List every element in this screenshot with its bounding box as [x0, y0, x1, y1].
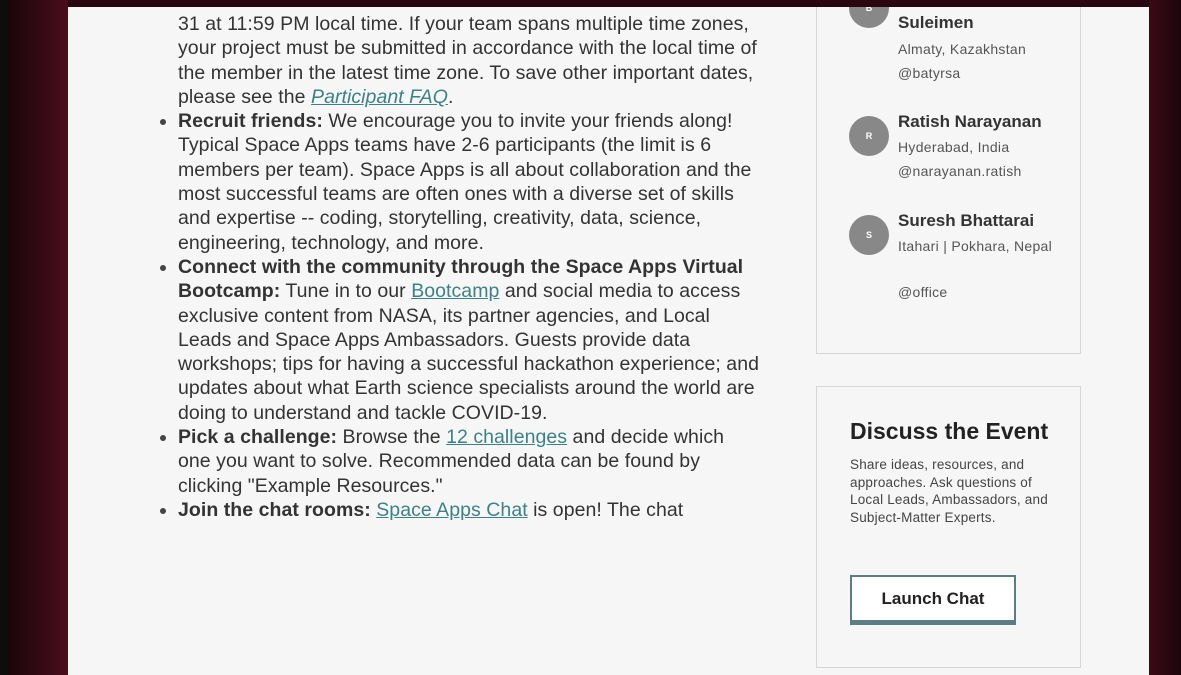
- item-text: Tune in to our: [280, 280, 412, 303]
- member-location: Hyderabad, India: [898, 139, 1010, 155]
- list-item: Connect with the community through the S…: [178, 255, 760, 425]
- deadline-text: 31 at 11:59 PM local time. If your team …: [178, 13, 757, 108]
- participant-faq-link[interactable]: Participant FAQ: [311, 86, 448, 108]
- bootcamp-link[interactable]: Bootcamp: [411, 280, 499, 302]
- member-name[interactable]: Suresh Bhattarai: [898, 211, 1034, 231]
- challenges-link[interactable]: 12 challenges: [446, 426, 567, 448]
- member-handle: @narayanan.ratish: [898, 163, 1022, 179]
- discuss-title: Discuss the Event: [850, 418, 1049, 444]
- main-article: 31 at 11:59 PM local time. If your team …: [160, 10, 760, 522]
- item-text: is open! The chat: [527, 498, 684, 521]
- list-item: Join the chat rooms: Space Apps Chat is …: [178, 498, 760, 522]
- deadline-end: .: [447, 85, 454, 108]
- space-apps-chat-link[interactable]: Space Apps Chat: [376, 499, 527, 521]
- steps-list: Recruit friends: We encourage you to inv…: [160, 109, 760, 522]
- avatar: B: [849, 7, 889, 28]
- list-item: Pick a challenge: Browse the 12 challeng…: [178, 425, 760, 498]
- member-name[interactable]: Suleimen: [898, 13, 974, 33]
- background-right: [1149, 0, 1181, 675]
- member-handle: @batyrsa: [898, 65, 961, 81]
- item-text: Browse the: [337, 426, 447, 449]
- member-name[interactable]: Ratish Narayanan: [898, 112, 1042, 132]
- launch-chat-button[interactable]: Launch Chat: [850, 575, 1016, 625]
- avatar: S: [849, 215, 889, 255]
- local-leads-card: B Suleimen Almaty, Kazakhstan @batyrsa R…: [816, 7, 1081, 354]
- member-handle: @office: [898, 284, 948, 300]
- discuss-description: Share ideas, resources, and approaches. …: [850, 457, 1048, 525]
- window-edge-left: [0, 0, 8, 675]
- deadline-paragraph: 31 at 11:59 PM local time. If your team …: [160, 12, 760, 109]
- page-content: 31 at 11:59 PM local time. If your team …: [68, 7, 1149, 675]
- avatar: R: [849, 116, 889, 156]
- item-heading: Recruit friends:: [178, 110, 323, 133]
- background-left: [8, 0, 68, 675]
- discuss-event-card: Discuss the Event Share ideas, resources…: [816, 386, 1081, 668]
- member-location: Almaty, Kazakhstan: [898, 41, 1027, 57]
- list-item: Recruit friends: We encourage you to inv…: [178, 109, 760, 255]
- item-heading: Join the chat rooms:: [178, 498, 371, 521]
- member-location: Itahari | Pokhara, Nepal: [898, 238, 1053, 254]
- item-heading: Pick a challenge:: [178, 426, 338, 449]
